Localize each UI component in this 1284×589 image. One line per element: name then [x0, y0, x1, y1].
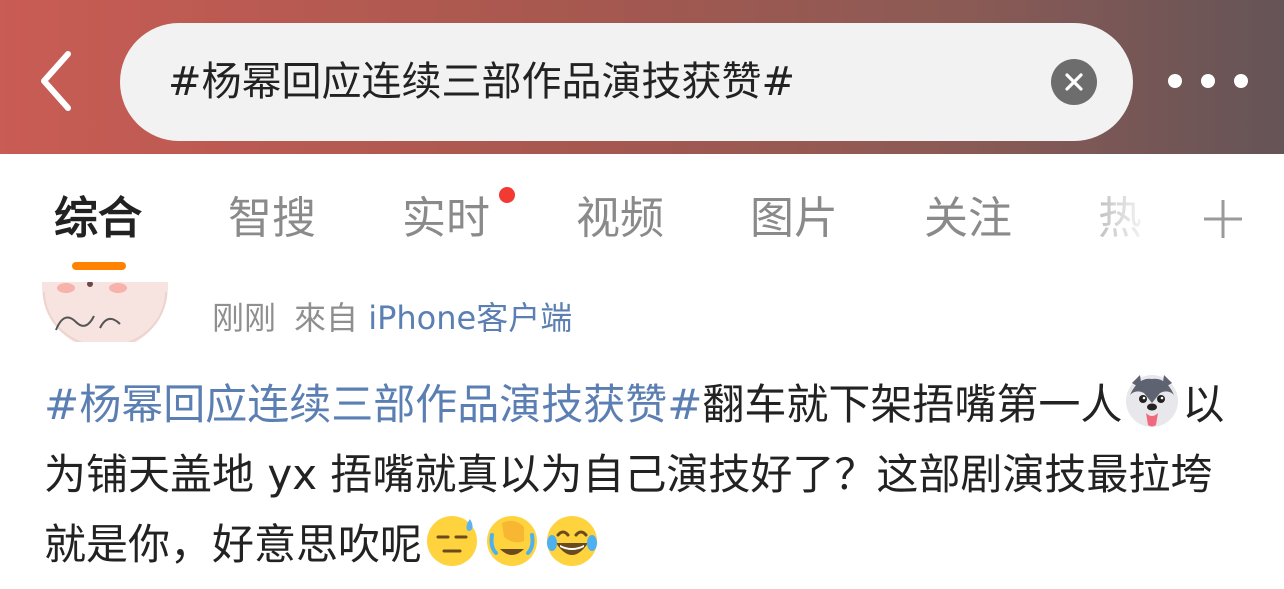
post-text-part-1: 翻车就下架捂嘴第一人: [702, 380, 1123, 429]
search-box[interactable]: #杨幂回应连续三部作品演技获赞#: [120, 23, 1133, 141]
tab-smart-search[interactable]: 智搜: [228, 192, 316, 246]
tab-video[interactable]: 视频: [576, 192, 664, 246]
more-dot-icon: [1234, 74, 1248, 88]
close-icon: [1065, 73, 1083, 91]
post-text: #杨幂回应连续三部作品演技获赞#翻车就下架捂嘴第一人 以为铺天盖地 yx 捂嘴就…: [44, 370, 1254, 580]
more-dot-icon: [1201, 74, 1215, 88]
back-button[interactable]: [28, 48, 84, 114]
post-time: 刚刚: [212, 299, 277, 337]
tab-comprehensive[interactable]: 综合: [54, 192, 142, 246]
husky-dog-emoji: [1126, 375, 1179, 427]
more-dot-icon: [1168, 74, 1182, 88]
more-options-button[interactable]: [1168, 60, 1248, 102]
post-source-prefix: 來自: [294, 299, 359, 337]
cartoon-avatar-icon: [42, 282, 168, 342]
topic-link[interactable]: #杨幂回应连续三部作品演技获赞#: [44, 380, 702, 429]
active-tab-indicator: [72, 262, 126, 270]
tab-images[interactable]: 图片: [750, 192, 838, 246]
post-source[interactable]: iPhone客户端: [368, 299, 572, 337]
laughing-tears-emoji: [547, 516, 598, 566]
tab-following[interactable]: 关注: [924, 192, 1012, 246]
facepalm-cry-emoji: [487, 516, 538, 566]
add-tab-icon[interactable]: [1200, 196, 1246, 242]
search-query-text[interactable]: #杨幂回应连续三部作品演技获赞#: [168, 23, 795, 141]
tab-hot[interactable]: 热: [1098, 192, 1142, 246]
clear-search-button[interactable]: [1051, 59, 1097, 105]
new-content-dot: [499, 187, 515, 203]
sweat-face-emoji: [427, 516, 478, 566]
chevron-left-icon: [41, 51, 71, 111]
avatar[interactable]: [42, 282, 168, 342]
tab-realtime[interactable]: 实时: [402, 192, 490, 246]
search-header: #杨幂回应连续三部作品演技获赞#: [0, 0, 1284, 154]
tab-bar: 综合 智搜 实时 视频 图片 关注 热: [0, 154, 1284, 282]
post-meta: 刚刚 來自 iPhone客户端: [212, 296, 572, 340]
